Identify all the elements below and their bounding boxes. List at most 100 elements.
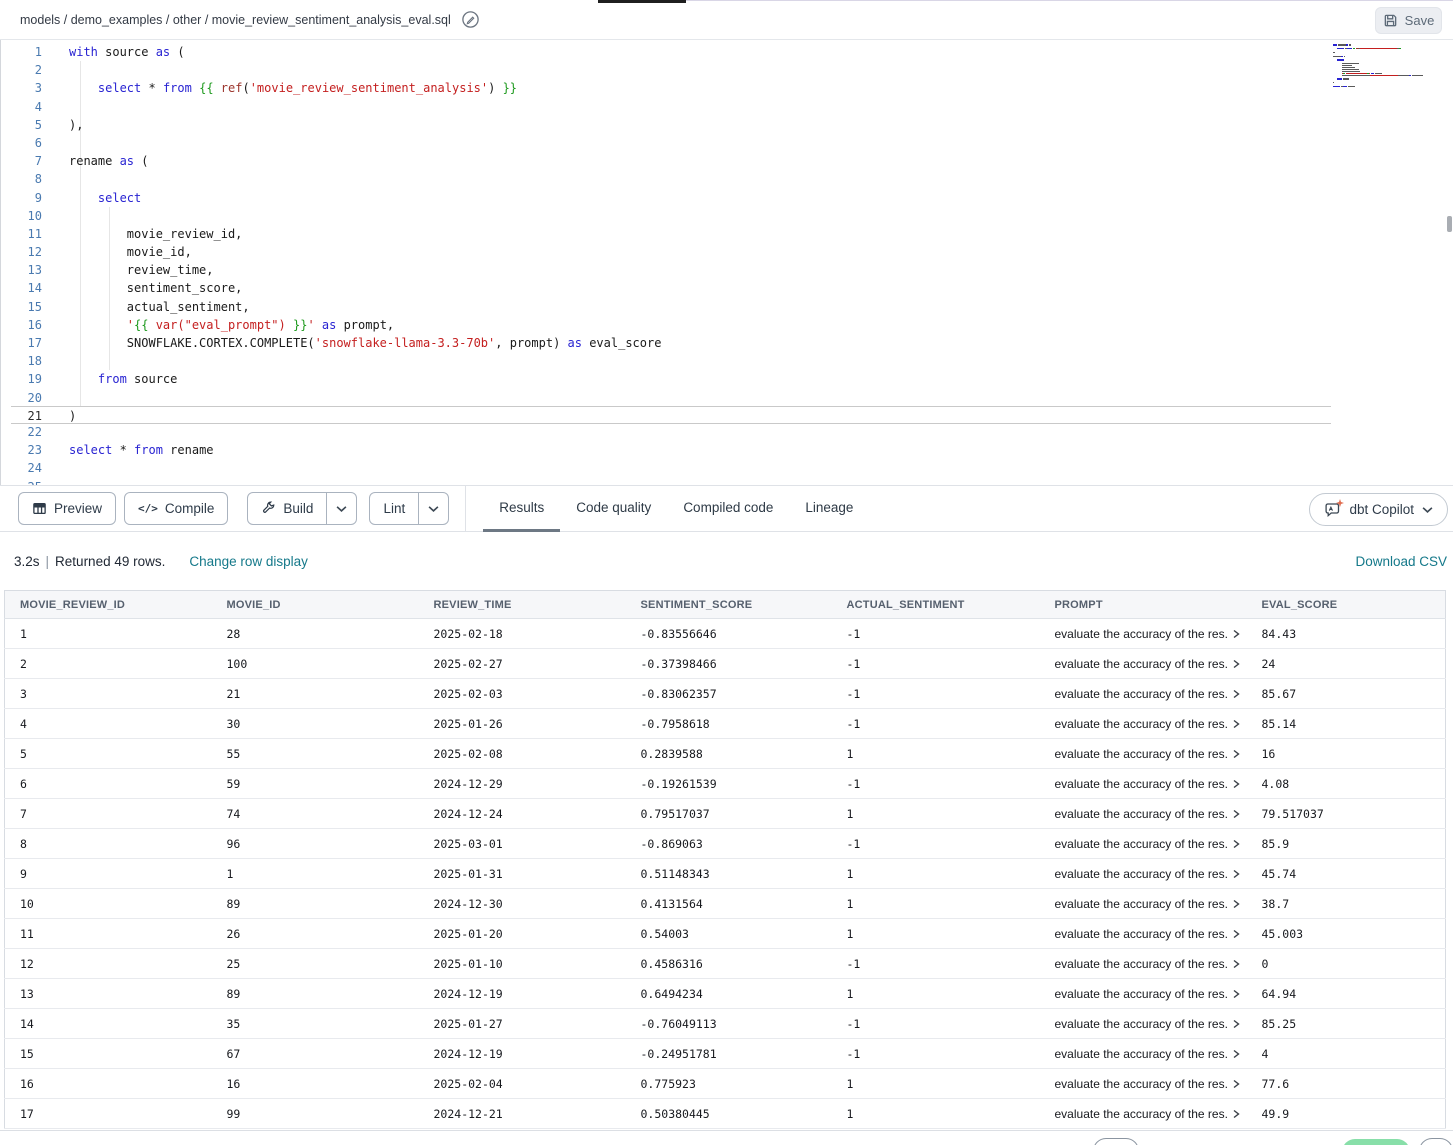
line-number: 21	[11, 407, 42, 423]
expand-cell-icon[interactable]	[1232, 1079, 1241, 1089]
prompt-preview: evaluate the accuracy of the res...	[1055, 627, 1227, 641]
column-header-movie_id[interactable]: MOVIE_ID	[212, 591, 419, 619]
table-cell: 2025-01-26	[419, 709, 626, 739]
code-line[interactable]: 12 movie_id,	[11, 243, 1331, 261]
code-line[interactable]: 1with source as (	[11, 43, 1331, 61]
code-line[interactable]: 13 review_time,	[11, 261, 1331, 279]
table-cell: 1	[832, 889, 1040, 919]
code-line[interactable]: 6	[11, 134, 1331, 152]
code-line[interactable]: 9 select	[11, 189, 1331, 207]
table-row: 7742024-12-240.795170371evaluate the acc…	[5, 799, 1446, 829]
expand-cell-icon[interactable]	[1232, 1109, 1241, 1119]
expand-cell-icon[interactable]	[1232, 929, 1241, 939]
scrollbar-thumb[interactable]	[1447, 216, 1452, 232]
lint-label: Lint	[383, 501, 405, 516]
table-cell: -1	[832, 709, 1040, 739]
tab-code-quality[interactable]: Code quality	[560, 485, 667, 532]
expand-cell-icon[interactable]	[1232, 839, 1241, 849]
file-modified-icon[interactable]	[461, 10, 480, 29]
code-line[interactable]: 22	[11, 423, 1331, 441]
results-table-wrap: MOVIE_REVIEW_IDMOVIE_IDREVIEW_TIMESENTIM…	[4, 590, 1449, 1130]
code-line[interactable]: 16 '{{ var("eval_prompt") }}' as prompt,	[11, 316, 1331, 334]
code-line[interactable]: 18	[11, 352, 1331, 370]
lint-button[interactable]: Lint	[370, 493, 418, 524]
preview-label: Preview	[54, 501, 102, 516]
expand-cell-icon[interactable]	[1232, 959, 1241, 969]
expand-cell-icon[interactable]	[1232, 989, 1241, 999]
code-lines: 1with source as (23 select * from {{ ref…	[11, 43, 1331, 485]
build-dropdown-button[interactable]	[326, 493, 356, 524]
code-text: sentiment_score,	[69, 279, 242, 297]
table-cell: 74	[212, 799, 419, 829]
prompt-preview: evaluate the accuracy of the res...	[1055, 957, 1227, 971]
code-line[interactable]: 5),	[11, 116, 1331, 134]
lint-dropdown-button[interactable]	[418, 493, 448, 524]
column-header-movie_review_id[interactable]: MOVIE_REVIEW_ID	[5, 591, 212, 619]
partial-button[interactable]	[1093, 1138, 1139, 1145]
compile-button[interactable]: </> Compile	[124, 492, 228, 525]
code-line[interactable]: 2	[11, 61, 1331, 79]
expand-cell-icon[interactable]	[1232, 629, 1241, 639]
breadcrumb[interactable]: models / demo_examples / other / movie_r…	[20, 13, 451, 27]
code-line[interactable]: 24	[11, 459, 1331, 477]
table-cell: 1	[832, 919, 1040, 949]
code-line[interactable]: 15 actual_sentiment,	[11, 298, 1331, 316]
column-header-actual_sentiment[interactable]: ACTUAL_SENTIMENT	[832, 591, 1040, 619]
line-number: 5	[11, 116, 42, 134]
code-line[interactable]: 21)	[11, 406, 1331, 424]
preview-button[interactable]: Preview	[18, 492, 116, 525]
dbt-copilot-button[interactable]: dbt Copilot	[1309, 493, 1448, 526]
tab-lineage[interactable]: Lineage	[789, 485, 869, 532]
line-number: 8	[11, 170, 42, 188]
code-line[interactable]: 14 sentiment_score,	[11, 279, 1331, 297]
column-header-prompt[interactable]: PROMPT	[1040, 591, 1247, 619]
code-line[interactable]: 17 SNOWFLAKE.CORTEX.COMPLETE('snowflake-…	[11, 334, 1331, 352]
editor-scrollbar[interactable]	[1446, 40, 1453, 485]
column-header-review_time[interactable]: REVIEW_TIME	[419, 591, 626, 619]
code-line[interactable]: 3 select * from {{ ref('movie_review_sen…	[11, 79, 1331, 97]
code-editor[interactable]: 1with source as (23 select * from {{ ref…	[0, 40, 1453, 485]
code-line[interactable]: 20	[11, 389, 1331, 407]
line-number: 7	[11, 152, 42, 170]
code-line[interactable]: 19 from source	[11, 370, 1331, 388]
partial-green-button[interactable]	[1342, 1139, 1410, 1145]
partial-button[interactable]	[1419, 1138, 1453, 1145]
code-line[interactable]: 8	[11, 170, 1331, 188]
table-cell: 17	[5, 1099, 212, 1129]
column-header-sentiment_score[interactable]: SENTIMENT_SCORE	[626, 591, 832, 619]
code-line[interactable]: 4	[11, 98, 1331, 116]
expand-cell-icon[interactable]	[1232, 779, 1241, 789]
prompt-cell: evaluate the accuracy of the res...	[1040, 1099, 1247, 1129]
code-line[interactable]: 7rename as (	[11, 152, 1331, 170]
prompt-cell: evaluate the accuracy of the res...	[1040, 859, 1247, 889]
code-line[interactable]: 11 movie_review_id,	[11, 225, 1331, 243]
wrench-icon	[261, 501, 276, 516]
table-cell: 12	[5, 949, 212, 979]
build-button[interactable]: Build	[248, 493, 326, 524]
expand-cell-icon[interactable]	[1232, 899, 1241, 909]
expand-cell-icon[interactable]	[1232, 749, 1241, 759]
table-cell: 1	[832, 979, 1040, 1009]
download-csv-link[interactable]: Download CSV	[1355, 554, 1447, 569]
tab-compiled-code[interactable]: Compiled code	[667, 485, 789, 532]
expand-cell-icon[interactable]	[1232, 869, 1241, 879]
expand-cell-icon[interactable]	[1232, 689, 1241, 699]
column-header-eval_score[interactable]: EVAL_SCORE	[1247, 591, 1446, 619]
code-line[interactable]: 10	[11, 207, 1331, 225]
code-line[interactable]: 23select * from rename	[11, 441, 1331, 459]
expand-cell-icon[interactable]	[1232, 659, 1241, 669]
table-cell: 8	[5, 829, 212, 859]
tab-results[interactable]: Results	[483, 485, 560, 532]
expand-cell-icon[interactable]	[1232, 719, 1241, 729]
prompt-cell: evaluate the accuracy of the res...	[1040, 799, 1247, 829]
table-row: 21002025-02-27-0.37398466-1evaluate the …	[5, 649, 1446, 679]
code-line[interactable]: 25	[11, 478, 1331, 486]
minimap[interactable]	[1333, 44, 1445, 91]
save-button[interactable]: Save	[1375, 7, 1442, 34]
code-text: from source	[69, 370, 177, 388]
table-cell: -0.7958618	[626, 709, 832, 739]
expand-cell-icon[interactable]	[1232, 1049, 1241, 1059]
change-row-display-link[interactable]: Change row display	[189, 554, 308, 569]
expand-cell-icon[interactable]	[1232, 809, 1241, 819]
expand-cell-icon[interactable]	[1232, 1019, 1241, 1029]
